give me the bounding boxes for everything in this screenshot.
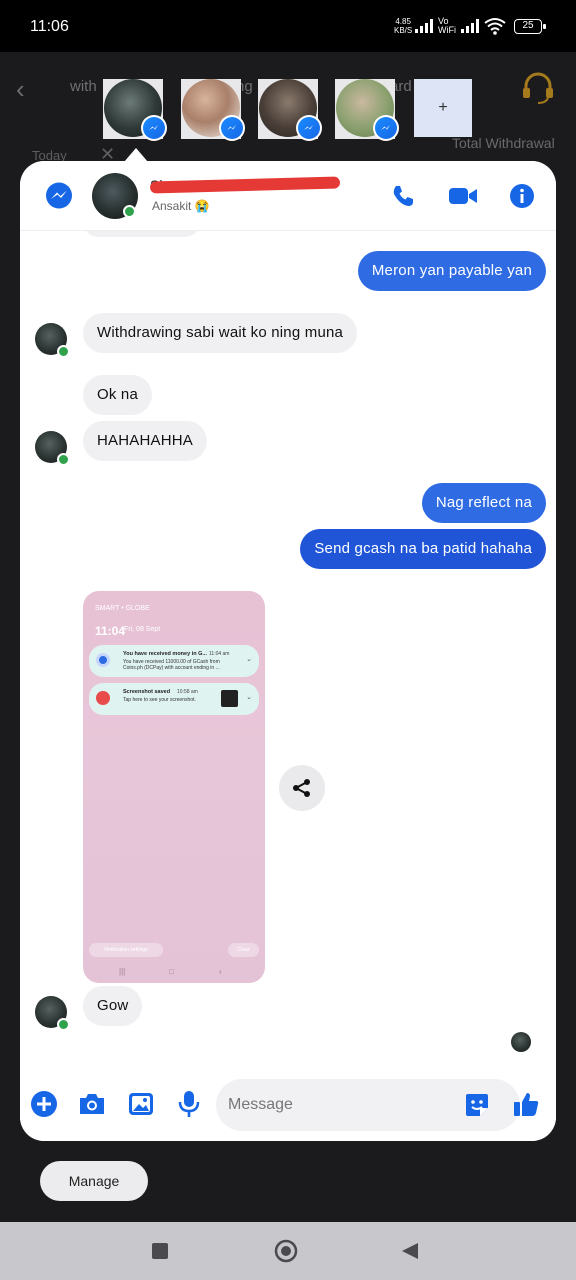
home-button[interactable]	[274, 1239, 298, 1263]
messenger-badge-icon	[373, 115, 399, 141]
screenshot-date: Fri, 08 Sept	[124, 626, 161, 633]
share-button[interactable]	[279, 765, 325, 811]
incoming-message[interactable]: HAHAHAHHA	[83, 421, 207, 461]
thumbs-up-icon[interactable]	[511, 1089, 541, 1119]
share-icon	[293, 779, 310, 797]
online-indicator	[57, 345, 70, 358]
status-time: 11:06	[30, 18, 69, 35]
headset-icon	[523, 72, 553, 104]
phone-icon[interactable]	[388, 181, 418, 211]
back-icon: ‹	[219, 967, 222, 976]
screenshot-carrier: SMART • GLOBE	[95, 605, 150, 612]
screenshot-notification-saved: Screenshot saved 10:58 am Tap here to se…	[89, 683, 259, 715]
outgoing-message[interactable]: Nag reflect na	[421, 483, 546, 523]
screenshot-nav-bar: ||| □ ‹	[83, 967, 265, 979]
outgoing-message[interactable]: Meron yan payable yan	[357, 251, 546, 291]
chat-head-3[interactable]	[259, 79, 322, 141]
back-button[interactable]	[398, 1239, 422, 1263]
home-icon: □	[169, 967, 174, 976]
video-call-icon[interactable]	[448, 181, 478, 211]
online-indicator	[123, 205, 136, 218]
chat-head-1[interactable]	[104, 79, 167, 141]
manage-button[interactable]: Manage	[40, 1161, 148, 1201]
redaction-mark	[149, 176, 341, 194]
background-tab: with	[70, 78, 97, 95]
total-withdrawal-label: Total Withdrawal	[452, 135, 555, 151]
image-attachment[interactable]: SMART • GLOBE 11:04 Fri, 08 Sept You hav…	[83, 591, 265, 983]
screenshot-time: 11:04	[95, 624, 126, 638]
contact-status: Ansakit 😭	[152, 199, 210, 213]
chevron-down-icon: ⌄	[246, 694, 252, 701]
status-bar: 11:06 4.85 KB/S Vo WiFi 25	[0, 0, 576, 52]
messenger-badge-icon	[141, 115, 167, 141]
chat-window: Sh Ansakit 😭 Meron yan payable yan Withd…	[20, 161, 556, 1141]
recents-button[interactable]	[148, 1239, 172, 1263]
network-speed-unit: KB/S	[394, 26, 413, 35]
add-icon[interactable]	[29, 1089, 59, 1119]
screenshot-thumbnail	[221, 690, 238, 707]
messenger-badge-icon	[219, 115, 245, 141]
incoming-message[interactable]: Withdrawing sabi wait ko ning muna	[83, 313, 358, 353]
add-chat-head-button[interactable]: +	[414, 79, 472, 137]
chat-head-4[interactable]	[336, 79, 399, 141]
gallery-icon[interactable]	[126, 1089, 156, 1119]
system-nav-bar	[0, 1222, 576, 1280]
notification-time: 10:58 am	[177, 689, 198, 695]
chat-pointer	[124, 148, 148, 162]
incoming-message[interactable]: Gow	[83, 986, 143, 1026]
camera-icon[interactable]	[77, 1089, 107, 1119]
chevron-down-icon: ⌄	[246, 656, 252, 663]
vowifi-label: Vo WiFi	[438, 16, 456, 35]
online-indicator	[57, 453, 70, 466]
wifi-icon	[484, 18, 506, 35]
message-composer	[20, 1069, 556, 1141]
notification-time: 11:04 am	[209, 651, 230, 657]
recents-icon	[152, 1243, 168, 1259]
seen-avatar	[511, 1032, 531, 1052]
home-icon	[274, 1239, 298, 1263]
battery-icon: 25	[514, 19, 546, 34]
chat-header: Sh Ansakit 😭	[20, 161, 556, 231]
microphone-icon[interactable]	[174, 1089, 204, 1119]
recents-icon: |||	[119, 967, 126, 976]
notification-settings-pill: Notification settings	[89, 943, 163, 957]
notification-title: Screenshot saved	[123, 689, 171, 695]
signal-icon	[415, 19, 433, 33]
info-icon[interactable]	[507, 181, 537, 211]
incoming-message[interactable]: Ok na	[83, 375, 153, 415]
outgoing-message[interactable]: Send gcash na ba patid hahaha	[300, 529, 546, 569]
screenshot-app-icon	[96, 691, 110, 705]
notification-body: You have received 11000.00 of GCash from…	[123, 659, 220, 671]
gcash-app-icon	[96, 653, 110, 667]
clear-pill: Clear	[228, 943, 259, 957]
sticker-icon[interactable]	[464, 1092, 490, 1118]
online-indicator	[57, 1018, 70, 1031]
screenshot-notification-gcash: You have received money in G... 11:04 am…	[89, 645, 259, 677]
signal-icon-2	[461, 19, 479, 33]
chat-head-2[interactable]	[182, 79, 245, 141]
network-speed-value: 4.85	[395, 17, 411, 26]
network-speed: 4.85 KB/S	[394, 17, 412, 35]
back-icon	[402, 1243, 418, 1259]
back-arrow-icon: ‹	[16, 74, 25, 104]
messenger-badge-icon	[296, 115, 322, 141]
messenger-icon[interactable]	[44, 181, 74, 211]
notification-title: You have received money in G...	[123, 651, 207, 657]
